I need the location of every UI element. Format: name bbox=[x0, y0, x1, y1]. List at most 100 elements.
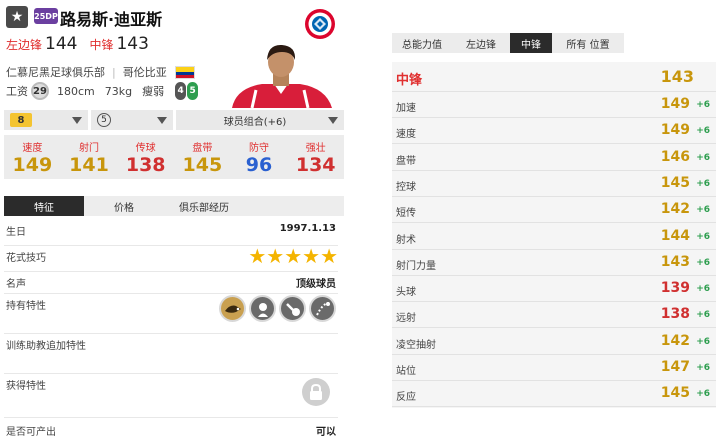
tab-features[interactable]: 特征 bbox=[4, 196, 84, 216]
attribute-name: 站位 bbox=[396, 366, 416, 377]
club-logo bbox=[305, 9, 335, 39]
star-icon: ★ bbox=[248, 244, 267, 268]
tab-overall[interactable]: 总能力值 bbox=[392, 33, 452, 53]
club-name[interactable]: 仁慕尼黑足球俱乐部 bbox=[6, 64, 105, 80]
player-info-line: 工资 29 180cm 73kg 瘦弱 4 5 bbox=[6, 82, 199, 100]
attribute-bonus: +6 bbox=[696, 126, 710, 137]
attribute-name: 速度 bbox=[396, 129, 416, 141]
trait-head-icon[interactable] bbox=[249, 295, 276, 322]
attribute-value: 144 bbox=[660, 227, 690, 244]
tradeable-value: 可以 bbox=[316, 427, 336, 438]
attribute-value: 146 bbox=[660, 148, 690, 165]
stat-value: 134 bbox=[295, 153, 336, 176]
attribute-value: 149 bbox=[660, 96, 690, 112]
attribute-row: 凌空抽射 142 +6 bbox=[392, 329, 716, 355]
tab-left-winger[interactable]: 左边锋 bbox=[452, 33, 510, 53]
club-nation-line: 仁慕尼黑足球俱乐部 | 哥伦比亚 bbox=[6, 64, 195, 80]
combo-label: 球员组合(+6) bbox=[223, 116, 287, 128]
stat-2: 传球 138 bbox=[117, 135, 174, 179]
attribute-name: 控球 bbox=[396, 181, 416, 193]
attribute-value: 139 bbox=[660, 280, 690, 297]
attribute-value: 143 bbox=[660, 253, 690, 270]
divider: | bbox=[112, 65, 116, 79]
tradeable-row: 是否可产出 可以 bbox=[4, 420, 338, 441]
season-badge: 25DP bbox=[34, 8, 58, 24]
salary-badge: 29 bbox=[31, 82, 49, 100]
combo-selector[interactable]: 球员组合(+6) bbox=[176, 110, 344, 130]
attribute-bonus: +6 bbox=[696, 257, 710, 268]
trait-icons bbox=[219, 295, 336, 322]
position-name: 中锋 bbox=[396, 73, 423, 88]
stat-label: 射门 bbox=[79, 142, 99, 154]
attribute-value: 149 bbox=[660, 122, 690, 139]
attribute-value: 145 bbox=[660, 174, 690, 191]
attribute-row: 远射 138 +6 bbox=[392, 302, 716, 329]
plus-selector[interactable]: 5 bbox=[91, 110, 173, 130]
star-icon: ★ bbox=[302, 244, 321, 268]
attribute-row: 加速 149 +6 bbox=[392, 92, 716, 118]
tab-striker[interactable]: 中锋 bbox=[510, 33, 552, 53]
attribute-value: 147 bbox=[660, 359, 690, 375]
trait-dribble-icon[interactable] bbox=[279, 295, 306, 322]
attribute-row: 头球 139 +6 bbox=[392, 276, 716, 303]
stat-value: 138 bbox=[125, 153, 166, 176]
attribute-row: 盘带 146 +6 bbox=[392, 145, 716, 171]
weight: 73kg bbox=[104, 84, 133, 98]
attribute-bonus: +6 bbox=[696, 363, 710, 373]
attribute-bonus: +6 bbox=[696, 310, 710, 321]
nation-name[interactable]: 哥伦比亚 bbox=[123, 64, 167, 80]
body-type: 瘦弱 bbox=[142, 85, 165, 98]
left-foot-badge: 4 bbox=[175, 82, 187, 100]
stat-value: 96 bbox=[245, 153, 273, 176]
upgrade-selectors: 8 5 球员组合(+6) bbox=[4, 110, 344, 130]
stat-5: 强壮 134 bbox=[287, 135, 344, 179]
stat-label: 防守 bbox=[249, 142, 270, 154]
attribute-name: 射门力量 bbox=[396, 260, 436, 272]
attribute-name: 加速 bbox=[396, 103, 416, 114]
reputation-row: 名声 顶级球员 bbox=[4, 272, 338, 294]
attribute-bonus: +6 bbox=[696, 205, 710, 216]
left-tabs: 特征 价格 俱乐部经历 bbox=[4, 196, 344, 216]
stat-label: 传球 bbox=[135, 142, 156, 154]
attribute-row: 控球 145 +6 bbox=[392, 171, 716, 197]
attribute-bonus: +6 bbox=[696, 284, 710, 295]
tab-club-history[interactable]: 俱乐部经历 bbox=[164, 196, 244, 216]
attribute-name: 凌空抽射 bbox=[396, 339, 436, 351]
attribute-name: 反应 bbox=[396, 392, 416, 404]
attribute-bonus: +6 bbox=[696, 336, 710, 347]
stat-value: 141 bbox=[69, 153, 109, 176]
stat-1: 射门 141 bbox=[61, 135, 118, 179]
attribute-bonus: +6 bbox=[696, 389, 710, 400]
acquire-trait-row: 获得特性 bbox=[4, 374, 338, 418]
attribute-value: 142 bbox=[660, 201, 690, 218]
stat-label: 强壮 bbox=[305, 142, 326, 154]
lock-icon[interactable] bbox=[302, 378, 330, 406]
skill-row: 花式技巧 ★ ★ ★ ★ ★ bbox=[4, 246, 338, 272]
position-header: 中锋 143 bbox=[392, 62, 716, 92]
level-selector[interactable]: 8 bbox=[4, 110, 88, 130]
tab-price[interactable]: 价格 bbox=[84, 196, 164, 216]
attribute-value: 145 bbox=[660, 385, 690, 402]
position-ovr-2: 143 bbox=[116, 34, 149, 54]
stat-value: 145 bbox=[182, 153, 223, 176]
tradeable-label: 是否可产出 bbox=[6, 427, 56, 438]
stat-value: 149 bbox=[12, 153, 53, 176]
star-icon: ★ bbox=[284, 244, 303, 268]
attribute-row: 站位 147 +6 bbox=[392, 355, 716, 381]
reputation-value: 顶级球员 bbox=[296, 279, 336, 290]
attribute-name: 短传 bbox=[396, 208, 416, 220]
acquire-trait-label: 获得特性 bbox=[6, 381, 46, 392]
tab-all-positions[interactable]: 所有 位置 bbox=[552, 33, 624, 53]
traits-row: 持有特性 bbox=[4, 294, 338, 334]
attribute-bonus: +6 bbox=[696, 231, 710, 242]
attribute-name: 射术 bbox=[396, 234, 416, 246]
attribute-value: 142 bbox=[660, 332, 690, 349]
position-ratings: 左边锋 144 中锋 143 bbox=[6, 34, 161, 54]
trait-speed-dribbler-icon[interactable] bbox=[219, 295, 246, 322]
stat-label: 盘带 bbox=[192, 142, 213, 154]
attribute-panel: 中锋 143 加速 149 +6 速度 149 +6 盘带 146 +6 控球 145 +6 短传 142… bbox=[392, 62, 716, 408]
chevron-down-icon bbox=[157, 116, 167, 124]
favorite-star-button[interactable]: ★ bbox=[6, 6, 28, 28]
trait-passing-icon[interactable] bbox=[309, 295, 336, 322]
right-foot-badge: 5 bbox=[187, 82, 199, 100]
